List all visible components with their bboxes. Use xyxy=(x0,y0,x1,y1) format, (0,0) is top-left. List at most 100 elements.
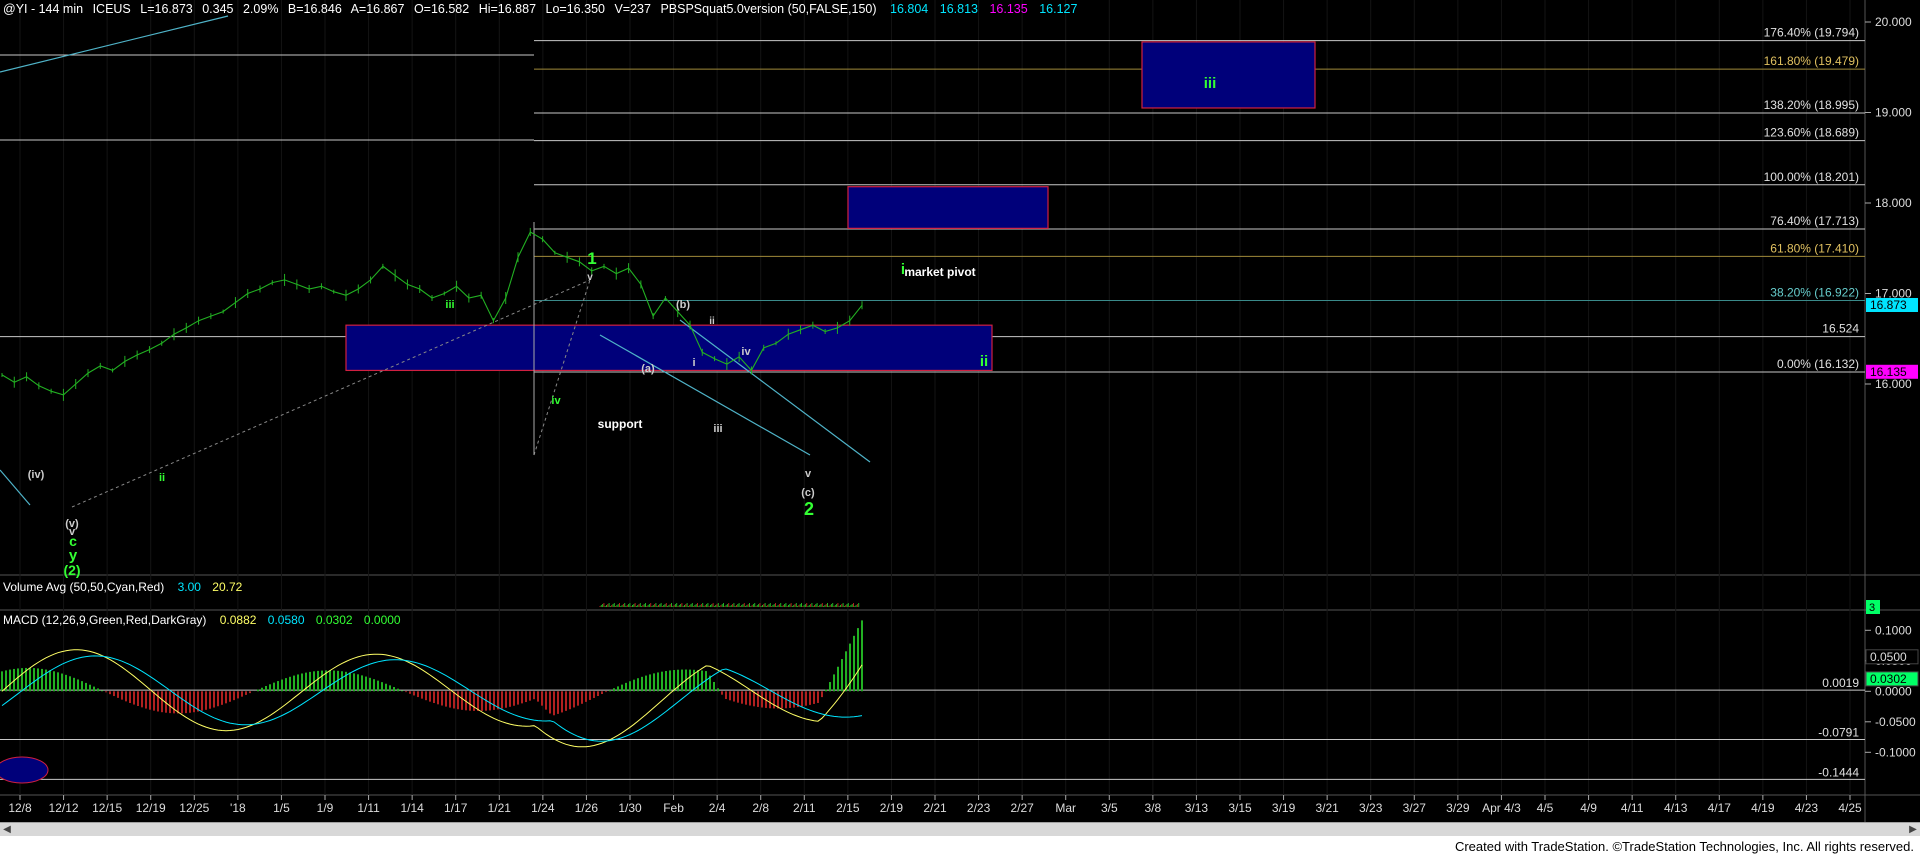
fib-level-label: 176.40% (19.794) xyxy=(1764,26,1859,40)
box-label: support xyxy=(598,417,643,431)
price-panel xyxy=(0,0,1865,575)
price-axis-label: 18.000 xyxy=(1875,196,1912,210)
time-axis-label: 1/14 xyxy=(400,801,424,815)
time-axis-label: 3/27 xyxy=(1403,801,1427,815)
macd-axis-label: 0.1000 xyxy=(1875,623,1912,637)
box-label: iii xyxy=(1204,75,1217,92)
wave-label: v xyxy=(805,468,812,480)
time-axis-label: 12/12 xyxy=(49,801,79,815)
wave-label: iii xyxy=(713,423,722,435)
price-axis: 20.00019.00018.00017.00016.000 xyxy=(1865,15,1912,391)
wave-label: iv xyxy=(741,346,751,358)
time-axis-label: 3/29 xyxy=(1446,801,1470,815)
wave-label: ii xyxy=(709,316,715,327)
macd-panel: 0.1000 0.0500 0.0000 -0.0500 -0.1000 0.0019 -0… xyxy=(0,620,1919,784)
macd-tag-label: 0.0500 xyxy=(1870,650,1907,664)
fib-level-label: 0.00% (16.132) xyxy=(1777,357,1859,371)
time-axis-label: Apr 4/3 xyxy=(1482,801,1521,815)
price-tag-label: 16.135 xyxy=(1870,365,1907,379)
time-axis-label: 12/15 xyxy=(92,801,122,815)
price-axis-label: 19.000 xyxy=(1875,106,1912,120)
wave-label: v xyxy=(587,272,593,283)
wave-label: ii xyxy=(980,353,988,370)
macd-level-label: -0.0791 xyxy=(1818,726,1859,740)
time-axis-label: 1/9 xyxy=(317,801,334,815)
target-box xyxy=(847,186,1049,229)
time-axis-label: Feb xyxy=(663,801,684,815)
fib-level-label: 16.524 xyxy=(1822,322,1859,336)
time-axis-label: 3/15 xyxy=(1228,801,1252,815)
volume-tag-label: 3 xyxy=(1869,602,1875,614)
wave-label: i xyxy=(901,261,905,278)
fib-level-label: 161.80% (19.479) xyxy=(1764,54,1859,68)
time-axis-label: 4/23 xyxy=(1795,801,1819,815)
time-axis-label: 3/19 xyxy=(1272,801,1296,815)
time-axis-label: 1/11 xyxy=(357,801,380,815)
time-axis-label: 4/25 xyxy=(1838,801,1862,815)
macd-axis-label: 0.0000 xyxy=(1875,684,1912,698)
wave-label: iii xyxy=(445,299,454,311)
time-axis-label: '18 xyxy=(230,801,246,815)
wave-label: ii xyxy=(159,472,165,484)
macd-ellipse xyxy=(0,756,49,784)
target-box xyxy=(1141,41,1316,109)
wave-label: 1 xyxy=(587,249,596,268)
wave-label: 2 xyxy=(804,499,814,519)
macd-axis-label: -0.1000 xyxy=(1875,745,1916,759)
time-axis-label: 1/21 xyxy=(488,801,512,815)
time-axis-label: 3/8 xyxy=(1145,801,1162,815)
horizontal-scrollbar[interactable]: ◀ ▶ xyxy=(0,822,1920,837)
time-axis-label: 4/11 xyxy=(1621,801,1644,815)
time-axis-label: 4/5 xyxy=(1537,801,1554,815)
time-axis-label: 3/23 xyxy=(1359,801,1383,815)
time-axis-label: 4/19 xyxy=(1751,801,1775,815)
time-axis-label: 1/26 xyxy=(575,801,599,815)
time-axis-label: 3/21 xyxy=(1315,801,1339,815)
time-axis-label: 1/30 xyxy=(618,801,642,815)
time-axis-label: 2/15 xyxy=(836,801,860,815)
wave-label: (2) xyxy=(63,562,80,578)
time-axis-label: 1/5 xyxy=(273,801,290,815)
time-axis-label: 12/19 xyxy=(136,801,166,815)
time-axis-label: 1/24 xyxy=(531,801,555,815)
fib-level-label: 61.80% (17.410) xyxy=(1770,241,1859,255)
time-axis-label: 2/11 xyxy=(793,801,816,815)
macd-title: MACD (12,26,9,Green,Red,DarkGray) 0.0882… xyxy=(3,613,401,627)
macd-level-label: -0.1444 xyxy=(1818,765,1859,779)
fib-level-label: 123.60% (18.689) xyxy=(1764,126,1859,140)
price-tags: 16.873 16.135 xyxy=(1866,297,1918,379)
macd-tag-label: 0.0302 xyxy=(1870,672,1907,686)
price-axis-label: 16.000 xyxy=(1875,377,1912,391)
wave-label: (a) xyxy=(641,363,655,375)
time-axis-label: 12/25 xyxy=(179,801,209,815)
time-axis-label: 2/23 xyxy=(967,801,991,815)
time-axis-label: 3/5 xyxy=(1101,801,1118,815)
time-axis-label: 4/9 xyxy=(1580,801,1597,815)
time-axis-label: 2/27 xyxy=(1010,801,1034,815)
time-axis-label: 2/8 xyxy=(752,801,769,815)
fib-level-label: 76.40% (17.713) xyxy=(1770,214,1859,228)
wave-label: (b) xyxy=(676,299,690,311)
fib-level-label: 38.20% (16.922) xyxy=(1770,286,1859,300)
target-box xyxy=(345,324,993,372)
time-axis-label: 4/13 xyxy=(1664,801,1688,815)
volume-title: Volume Avg (50,50,Cyan,Red) 3.00 20.72 xyxy=(3,580,243,594)
wave-label: (c) xyxy=(801,487,815,499)
scroll-right-icon[interactable]: ▶ xyxy=(1906,823,1920,837)
time-axis-label: 2/4 xyxy=(709,801,726,815)
wave-label: (iv) xyxy=(28,469,45,481)
time-axis-label: 1/17 xyxy=(444,801,468,815)
time-axis-label: 12/8 xyxy=(8,801,32,815)
box-label: market pivot xyxy=(904,265,975,279)
price-chart[interactable]: supportmarket pivotiii (iv)(v)vcy(2)iiii… xyxy=(0,0,1920,822)
macd-axis-label: -0.0500 xyxy=(1875,715,1916,729)
footer-credit: Created with TradeStation. ©TradeStation… xyxy=(0,836,1920,858)
time-axis-label: 2/19 xyxy=(880,801,904,815)
price-tag-label: 16.873 xyxy=(1870,298,1907,312)
macd-level-label: 0.0019 xyxy=(1822,676,1859,690)
scroll-left-icon[interactable]: ◀ xyxy=(0,823,14,837)
wave-label: iv xyxy=(551,395,561,407)
time-axis: 12/8 12/12 12/15 12/19 12/25 '18 1/5 1/9 1/11 1/1… xyxy=(8,795,1862,815)
fib-level-label: 100.00% (18.201) xyxy=(1764,170,1859,184)
price-axis-label: 20.000 xyxy=(1875,15,1912,29)
